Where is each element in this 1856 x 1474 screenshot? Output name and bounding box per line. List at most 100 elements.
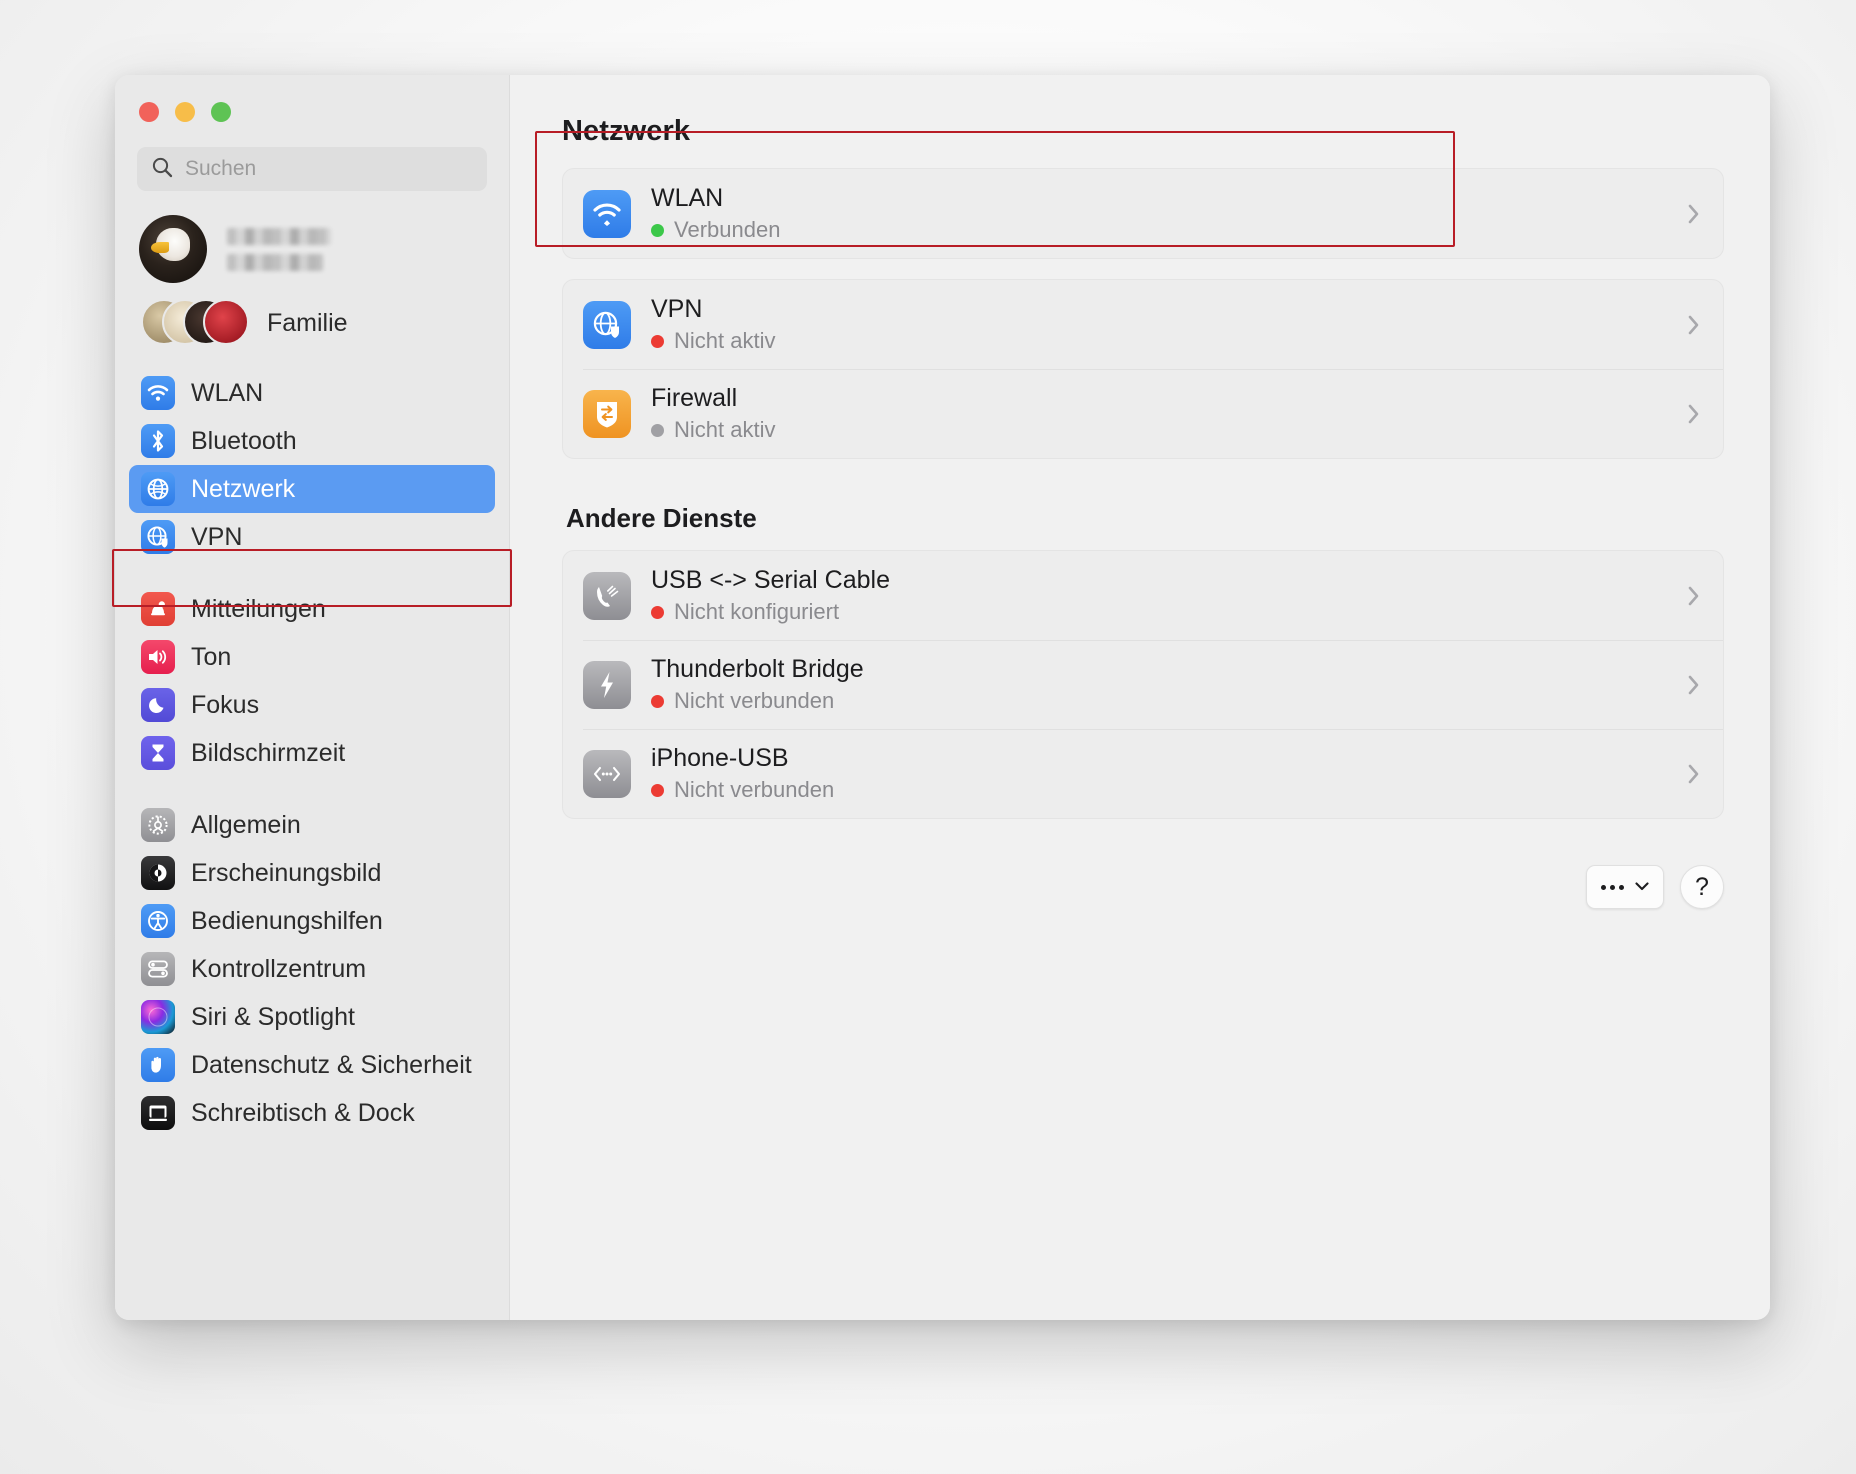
service-row-usb-serial-cable[interactable]: USB <-> Serial Cable Nicht konfiguriert: [563, 551, 1723, 640]
sidebar-item-mitteilungen[interactable]: Mitteilungen: [129, 585, 495, 633]
chevron-right-icon[interactable]: [1687, 762, 1701, 786]
service-status: Nicht verbunden: [651, 777, 834, 803]
section-title-andere-dienste: Andere Dienste: [566, 503, 757, 533]
sidebar-item-label: Erscheinungsbild: [191, 858, 382, 887]
chevron-right-icon[interactable]: [1687, 313, 1701, 337]
sidebar-item-ton[interactable]: Ton: [129, 633, 495, 681]
sidebar-item-label: VPN: [191, 522, 243, 551]
service-status: Nicht aktiv: [651, 328, 775, 354]
sidebar-item-label: Kontrollzentrum: [191, 954, 367, 983]
moon-icon: [141, 688, 175, 722]
status-label: Verbunden: [674, 217, 781, 242]
accessibility-icon: [141, 904, 175, 938]
sidebar-item-allgemein[interactable]: Allgemein: [129, 801, 495, 849]
more-options-button[interactable]: [1586, 865, 1664, 909]
account-name-redacted: [227, 227, 331, 271]
sidebar-item-label: Ton: [191, 642, 232, 671]
status-label: Nicht konfiguriert: [674, 599, 840, 624]
service-name: USB <-> Serial Cable: [651, 566, 891, 594]
status-label: Nicht verbunden: [674, 688, 835, 713]
vpn-globe-icon: [583, 300, 631, 349]
service-status: Nicht verbunden: [651, 688, 864, 714]
sidebar-item-kontrollzentrum[interactable]: Kontrollzentrum: [129, 945, 495, 993]
sidebar-item-erscheinungsbild[interactable]: Erscheinungsbild: [129, 849, 495, 897]
sidebar-item-schreibtisch-dock[interactable]: Schreibtisch & Dock: [129, 1089, 495, 1137]
sidebar-item-label: Siri & Spotlight: [191, 1002, 355, 1031]
service-name: iPhone-USB: [651, 744, 789, 772]
service-row-thunderbolt-bridge[interactable]: Thunderbolt Bridge Nicht verbunden: [563, 640, 1723, 729]
service-info: iPhone-USB Nicht verbunden: [651, 744, 834, 803]
service-row-vpn[interactable]: VPN Nicht aktiv: [563, 280, 1723, 369]
maximize-button[interactable]: [211, 102, 231, 122]
status-dot: [651, 334, 664, 348]
sidebar-group-network: WLAN Bluetooth Netzwerk VPN: [115, 369, 509, 561]
sidebar-item-bluetooth[interactable]: Bluetooth: [129, 417, 495, 465]
bluetooth-icon: [141, 424, 175, 458]
sidebar-item-label: Mitteilungen: [191, 594, 326, 623]
wifi-icon: [583, 189, 631, 238]
sidebar: Familie WLAN: [115, 75, 510, 1320]
chevron-right-icon[interactable]: [1687, 673, 1701, 697]
page-title: Netzwerk: [562, 115, 691, 147]
account-row[interactable]: [115, 191, 509, 283]
globe-icon: [141, 472, 175, 506]
search-container: [115, 122, 509, 191]
family-avatars: [141, 299, 249, 347]
status-label: Nicht aktiv: [674, 417, 776, 442]
service-name: Thunderbolt Bridge: [651, 655, 864, 683]
close-button[interactable]: [139, 102, 159, 122]
sidebar-item-label: Bildschirmzeit: [191, 738, 346, 767]
avatar: [139, 215, 207, 283]
sidebar-item-vpn[interactable]: VPN: [129, 513, 495, 561]
firewall-icon: [583, 389, 631, 438]
service-row-iphone-usb[interactable]: iPhone-USB Nicht verbunden: [563, 729, 1723, 818]
wifi-icon: [141, 376, 175, 410]
family-row[interactable]: Familie: [115, 283, 509, 347]
chevron-right-icon[interactable]: [1687, 202, 1701, 226]
minimize-button[interactable]: [175, 102, 195, 122]
appearance-icon: [141, 856, 175, 890]
sidebar-item-datenschutz-sicherheit[interactable]: Datenschutz & Sicherheit: [129, 1041, 495, 1089]
system-settings-window: Familie WLAN: [115, 75, 1770, 1320]
service-card-other: USB <-> Serial Cable Nicht konfiguriert: [562, 550, 1724, 819]
service-name: Firewall: [651, 384, 738, 412]
service-info: Thunderbolt Bridge Nicht verbunden: [651, 655, 864, 714]
search-box[interactable]: [137, 147, 487, 191]
sidebar-item-label: Fokus: [191, 690, 260, 719]
service-row-firewall[interactable]: Firewall Nicht aktiv: [563, 369, 1723, 458]
gear-icon: [141, 808, 175, 842]
sidebar-item-siri-spotlight[interactable]: Siri & Spotlight: [129, 993, 495, 1041]
service-name: VPN: [651, 295, 703, 323]
status-label: Nicht aktiv: [674, 328, 776, 353]
search-input[interactable]: [185, 157, 473, 181]
hand-icon: [141, 1048, 175, 1082]
vpn-globe-icon: [141, 520, 175, 554]
sidebar-item-bildschirmzeit[interactable]: Bildschirmzeit: [129, 729, 495, 777]
help-button[interactable]: ?: [1680, 865, 1724, 909]
service-info: VPN Nicht aktiv: [651, 295, 775, 354]
sidebar-item-netzwerk[interactable]: Netzwerk: [129, 465, 495, 513]
sidebar-group-system: Mitteilungen Ton Fokus Bildschirmzeit: [115, 585, 509, 777]
modem-phone-icon: [583, 571, 631, 620]
sidebar-item-label: Schreibtisch & Dock: [191, 1098, 415, 1127]
sidebar-item-label: Netzwerk: [191, 474, 296, 503]
service-card-vpn-firewall: VPN Nicht aktiv Firewall Nicht aktiv: [562, 279, 1724, 459]
sidebar-item-label: Datenschutz & Sicherheit: [191, 1050, 472, 1079]
hourglass-icon: [141, 736, 175, 770]
sidebar-item-label: Bluetooth: [191, 426, 297, 455]
sidebar-item-fokus[interactable]: Fokus: [129, 681, 495, 729]
status-label: Nicht verbunden: [674, 777, 835, 802]
service-info: USB <-> Serial Cable Nicht konfiguriert: [651, 566, 890, 625]
service-status: Verbunden: [651, 217, 780, 243]
sidebar-item-label: Allgemein: [191, 810, 301, 839]
sidebar-group-general: Allgemein Erscheinungsbild Bedienungshil…: [115, 801, 509, 1137]
status-dot: [651, 605, 664, 619]
service-row-wlan[interactable]: WLAN Verbunden: [563, 169, 1723, 258]
iphone-usb-icon: [583, 749, 631, 798]
service-name: WLAN: [651, 184, 724, 212]
sidebar-item-wlan[interactable]: WLAN: [129, 369, 495, 417]
siri-icon: [141, 1000, 175, 1034]
chevron-right-icon[interactable]: [1687, 584, 1701, 608]
sidebar-item-bedienungshilfen[interactable]: Bedienungshilfen: [129, 897, 495, 945]
chevron-right-icon[interactable]: [1687, 402, 1701, 426]
